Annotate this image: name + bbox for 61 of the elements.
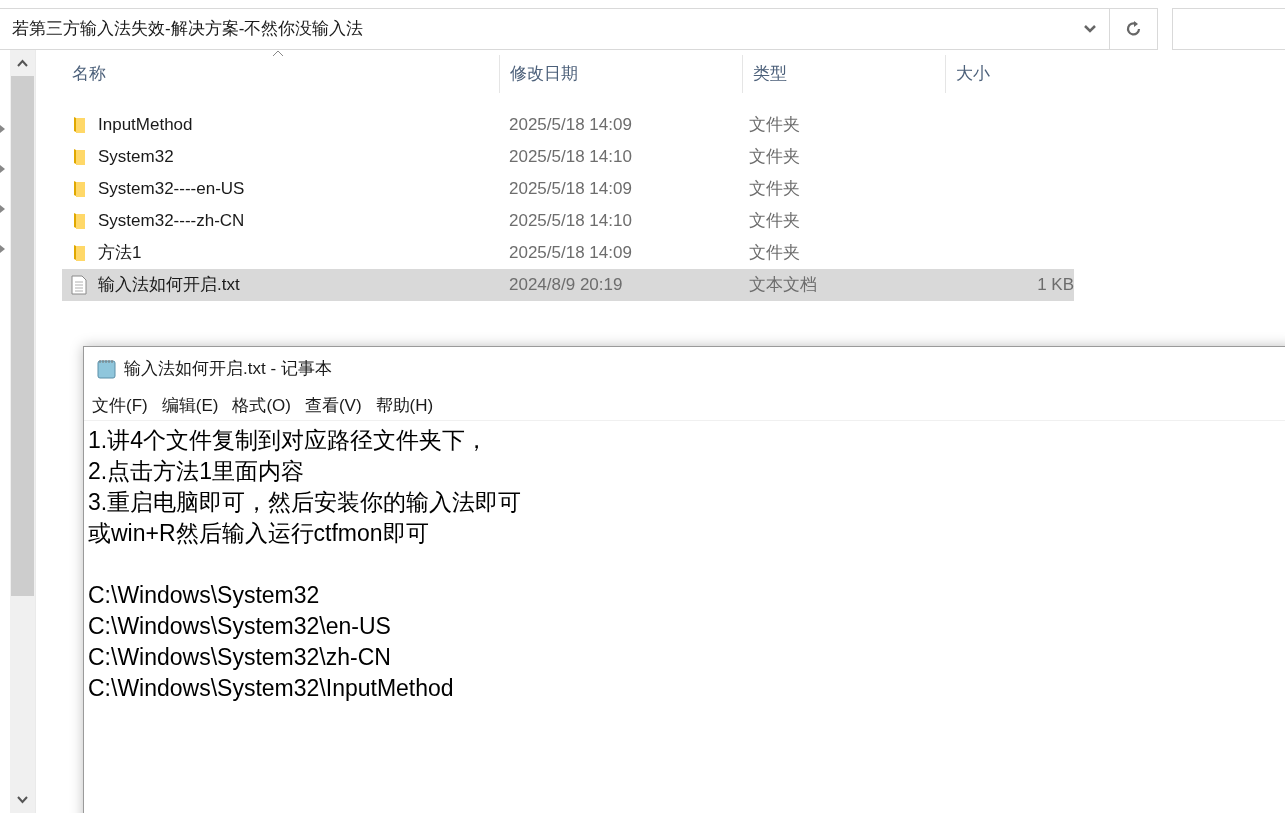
text-line: 3.重启电脑即可，然后安装你的输入法即可	[88, 488, 523, 517]
file-row[interactable]: InputMethod 2025/5/18 14:09 文件夹	[62, 109, 1074, 141]
sort-up-icon	[272, 50, 284, 57]
file-type: 文件夹	[748, 146, 801, 169]
menu-item[interactable]: 编辑(E)	[161, 392, 219, 419]
file-name: 输入法如何开启.txt	[98, 274, 240, 297]
folder-icon	[71, 212, 87, 230]
file-row[interactable]: System32 2025/5/18 14:10 文件夹	[62, 141, 1074, 173]
refresh-icon	[1124, 20, 1143, 38]
expand-arrow-icon[interactable]	[0, 125, 6, 133]
modified-date: 2025/5/18 14:09	[508, 242, 633, 265]
text-line: C:\Windows\System32\en-US	[88, 612, 392, 641]
text-line: C:\Windows\System32	[88, 581, 321, 610]
column-header[interactable]: 名称	[62, 54, 499, 93]
text-line: C:\Windows\System32\zh-CN	[88, 643, 392, 672]
chevron-down-icon	[1083, 24, 1097, 34]
file-row[interactable]: 方法1 2025/5/18 14:09 文件夹	[62, 237, 1074, 269]
column-header[interactable]: 修改日期	[499, 54, 742, 93]
modified-date: 2025/5/18 14:10	[508, 210, 633, 233]
file-name: InputMethod	[98, 114, 193, 137]
expand-arrow-icon[interactable]	[0, 245, 6, 253]
menu-item[interactable]: 查看(V)	[304, 392, 362, 419]
menu-item[interactable]: 文件(F)	[92, 392, 148, 419]
file-row[interactable]: System32----en-US 2025/5/18 14:09 文件夹	[62, 173, 1074, 205]
folder-icon	[71, 244, 87, 262]
file-size: 1 KB	[1037, 274, 1074, 297]
menu-item[interactable]: 帮助(H)	[375, 392, 434, 419]
modified-date: 2025/5/18 14:10	[508, 146, 633, 169]
text-line: 2.点击方法1里面内容	[88, 457, 305, 486]
search-field[interactable]	[1172, 8, 1285, 50]
folder-icon	[71, 180, 87, 198]
menu-item[interactable]: 格式(O)	[232, 392, 291, 419]
folder-icon	[71, 148, 87, 166]
file-name: System32----en-US	[98, 178, 245, 201]
expand-arrow-icon[interactable]	[0, 165, 6, 173]
expand-arrow-icon[interactable]	[0, 205, 6, 213]
text-line: 1.讲4个文件复制到对应路径文件夹下，	[88, 426, 489, 455]
modified-date: 2025/5/18 14:09	[508, 114, 633, 137]
column-header[interactable]: 类型	[742, 54, 945, 93]
address-bar[interactable]: 若第三方输入法失效-解决方案-不然你没输入法	[0, 8, 1110, 50]
modified-date: 2024/8/9 20:19	[508, 274, 624, 297]
file-name: System32	[98, 146, 174, 169]
text-file-icon	[71, 275, 87, 295]
file-name: System32----zh-CN	[98, 210, 245, 233]
text-line: C:\Windows\System32\InputMethod	[88, 674, 455, 703]
file-type: 文件夹	[748, 114, 801, 137]
file-row[interactable]: 输入法如何开启.txt 2024/8/9 20:19 文本文档 1 KB	[62, 269, 1074, 301]
column-header[interactable]: 大小	[945, 54, 1080, 93]
window-title: 输入法如何开启.txt - 记事本	[124, 358, 332, 381]
file-row[interactable]: System32----zh-CN 2025/5/18 14:10 文件夹	[62, 205, 1074, 237]
text-line: 或win+R然后输入运行ctfmon即可	[88, 519, 430, 548]
file-type: 文本文档	[748, 274, 818, 297]
modified-date: 2025/5/18 14:09	[508, 178, 633, 201]
file-type: 文件夹	[748, 178, 801, 201]
file-type: 文件夹	[748, 242, 801, 265]
folder-icon	[71, 116, 87, 134]
refresh-button[interactable]	[1110, 8, 1158, 50]
notepad-icon	[96, 358, 118, 380]
scrollbar-thumb[interactable]	[11, 76, 34, 596]
file-name: 方法1	[98, 242, 142, 265]
file-type: 文件夹	[748, 210, 801, 233]
